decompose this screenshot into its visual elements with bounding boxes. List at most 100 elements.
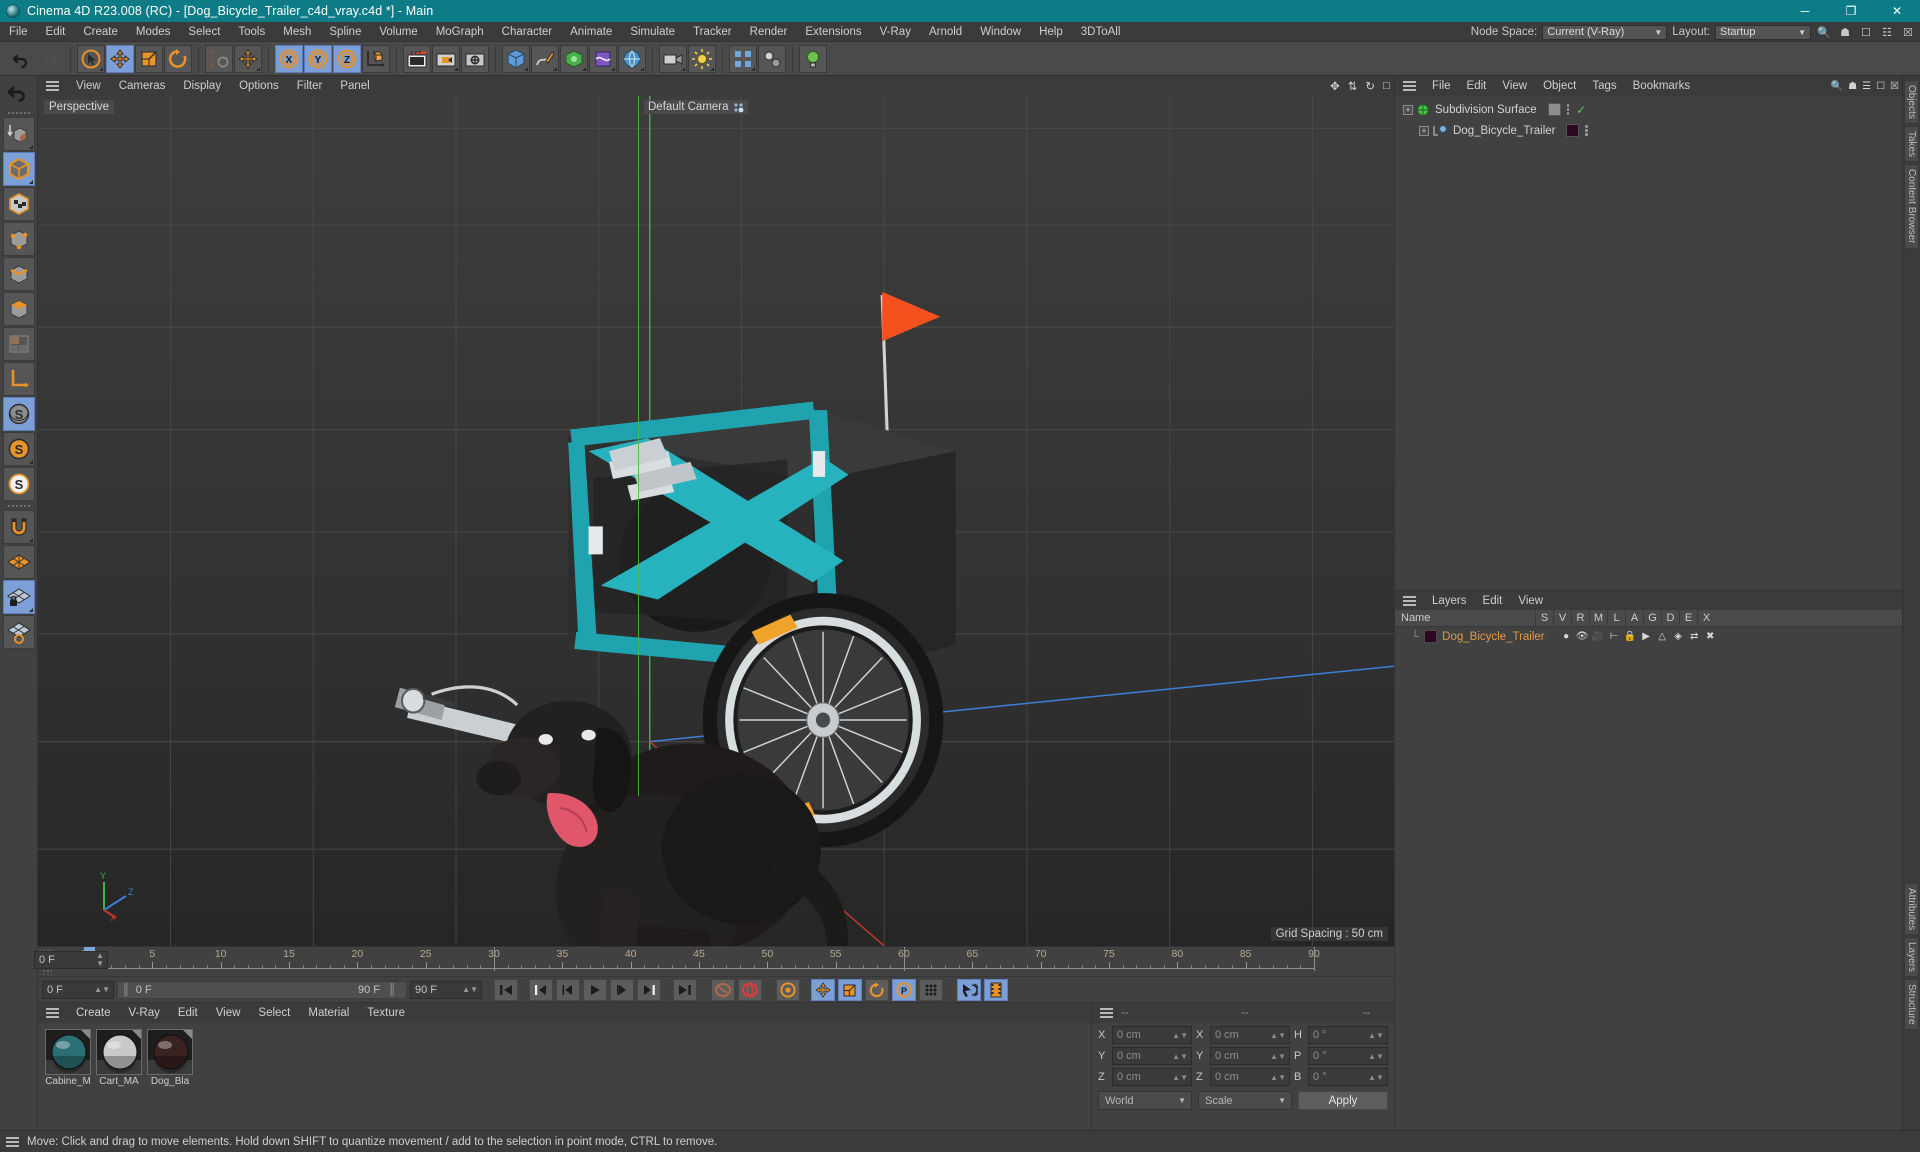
- viewport-menu-filter[interactable]: Filter: [288, 76, 332, 96]
- menu-item-tracker[interactable]: Tracker: [684, 22, 741, 42]
- rotation-key-button[interactable]: [865, 978, 889, 1001]
- menu-item-animate[interactable]: Animate: [561, 22, 621, 42]
- material-cell[interactable]: Cabine_M: [45, 1029, 91, 1087]
- menu-item-volume[interactable]: Volume: [370, 22, 426, 42]
- enable-snap-button[interactable]: S: [2, 432, 35, 466]
- material-cell[interactable]: Dog_Bla: [147, 1029, 193, 1087]
- material-menu-edit[interactable]: Edit: [169, 1003, 207, 1023]
- zoom-icon[interactable]: ⇅: [1348, 79, 1358, 93]
- axis-z-button[interactable]: Z: [333, 44, 361, 73]
- spinner-icon[interactable]: ▲▼: [94, 985, 110, 994]
- coord-position-field[interactable]: 0 cm ▲▼: [1112, 1068, 1192, 1086]
- layer-col-v[interactable]: V: [1553, 609, 1571, 627]
- menu-item-file[interactable]: File: [0, 22, 37, 42]
- make-editable-button[interactable]: [2, 117, 35, 151]
- magnet-button[interactable]: [2, 510, 35, 544]
- spinner-icon[interactable]: ▲▼: [1368, 1073, 1384, 1082]
- coord-size-field[interactable]: 0 cm ▲▼: [1210, 1068, 1290, 1086]
- vtab-objects[interactable]: Objects: [1904, 80, 1919, 124]
- object-tree[interactable]: + Subdivision Surface ✓ + Dog_Bicycle_Traile…: [1395, 96, 1902, 590]
- rotate-workplane-button[interactable]: [2, 615, 35, 649]
- panel-close-icon[interactable]: ☒: [1900, 24, 1916, 40]
- spinner-icon[interactable]: ▲▼: [1172, 1031, 1188, 1040]
- uv-mode-button[interactable]: [2, 327, 35, 361]
- node-space-dropdown[interactable]: Current (V-Ray) ▼: [1542, 24, 1668, 40]
- lock-toggle-icon[interactable]: 🔒: [1624, 630, 1637, 643]
- go-to-end-button[interactable]: [673, 978, 697, 1001]
- enable-axis-button[interactable]: S: [2, 397, 35, 431]
- render-settings-button[interactable]: [461, 44, 489, 73]
- psr-button[interactable]: PSR: [205, 44, 233, 73]
- menu-item-arnold[interactable]: Arnold: [920, 22, 971, 42]
- menu-item-render[interactable]: Render: [741, 22, 797, 42]
- polygons-mode-button[interactable]: [2, 292, 35, 326]
- axis-mode-button[interactable]: [2, 362, 35, 396]
- search-icon[interactable]: 🔍: [1816, 24, 1832, 40]
- menu-item-spline[interactable]: Spline: [320, 22, 370, 42]
- axis-x-button[interactable]: X: [275, 44, 303, 73]
- expression-toggle-icon[interactable]: ⇄: [1688, 630, 1701, 643]
- expand-toggle-icon[interactable]: +: [1403, 104, 1413, 115]
- redo-button[interactable]: [36, 45, 64, 73]
- vtab-takes[interactable]: Takes: [1904, 125, 1919, 163]
- apply-button[interactable]: Apply: [1298, 1091, 1388, 1110]
- move-tool-button[interactable]: [106, 44, 134, 73]
- panel-close-icon[interactable]: ☒: [1890, 81, 1899, 92]
- spinner-icon[interactable]: ▲▼: [1270, 1031, 1286, 1040]
- menu-item-extensions[interactable]: Extensions: [796, 22, 870, 42]
- expand-toggle-icon[interactable]: +: [1419, 125, 1429, 136]
- pan-icon[interactable]: ✥: [1330, 79, 1340, 93]
- axis-y-button[interactable]: Y: [304, 44, 332, 73]
- coord-size-field[interactable]: 0 cm ▲▼: [1210, 1026, 1290, 1044]
- layer-col-e[interactable]: E: [1679, 609, 1697, 627]
- panel-split-icon[interactable]: ☷: [1879, 24, 1895, 40]
- coord-position-field[interactable]: 0 cm ▲▼: [1112, 1026, 1192, 1044]
- menu-item-select[interactable]: Select: [179, 22, 229, 42]
- animation-mode-button[interactable]: [957, 978, 981, 1001]
- timeline-current-frame-field[interactable]: 0 F ▲ ▼: [34, 951, 108, 969]
- material-thumbnail[interactable]: [147, 1029, 193, 1075]
- vtab-structure[interactable]: Structure: [1904, 979, 1919, 1030]
- play-button[interactable]: [583, 978, 607, 1001]
- object-menu-tags[interactable]: Tags: [1584, 76, 1624, 96]
- layer-col-l[interactable]: L: [1607, 609, 1625, 627]
- menu-item-tools[interactable]: Tools: [229, 22, 274, 42]
- next-frame-button[interactable]: [610, 978, 634, 1001]
- close-button[interactable]: ✕: [1874, 0, 1920, 22]
- locked-workplane-button[interactable]: [2, 580, 35, 614]
- coordinate-menu-icon[interactable]: [1100, 1008, 1113, 1018]
- maximize-viewport-icon[interactable]: □: [1383, 80, 1390, 92]
- object-menu-edit[interactable]: Edit: [1459, 76, 1495, 96]
- material-menu-select[interactable]: Select: [249, 1003, 299, 1023]
- position-key-button[interactable]: [811, 978, 835, 1001]
- menu-item-3dtoall[interactable]: 3DToAll: [1072, 22, 1130, 42]
- world-coordinate-button[interactable]: [362, 44, 390, 73]
- layer-col-d[interactable]: D: [1661, 609, 1679, 627]
- viewport-menu-display[interactable]: Display: [174, 76, 230, 96]
- status-menu-icon[interactable]: [6, 1136, 19, 1147]
- viewport-menu-options[interactable]: Options: [230, 76, 288, 96]
- material-thumbnail[interactable]: [96, 1029, 142, 1075]
- points-mode-button[interactable]: [2, 222, 35, 256]
- coord-size-field[interactable]: 0 cm ▲▼: [1210, 1047, 1290, 1065]
- search-icon[interactable]: 🔍: [1831, 81, 1843, 92]
- vtab-layers[interactable]: Layers: [1904, 937, 1919, 978]
- layer-col-s[interactable]: S: [1535, 609, 1553, 627]
- current-frame-field[interactable]: 0 F ▲▼: [42, 980, 114, 999]
- object-menu-view[interactable]: View: [1494, 76, 1535, 96]
- layer-menu-view[interactable]: View: [1510, 591, 1551, 611]
- layer-menu-icon[interactable]: [1403, 595, 1416, 606]
- timeline-mode-button[interactable]: [984, 978, 1008, 1001]
- manager-toggle-icon[interactable]: ⊢: [1608, 630, 1621, 643]
- panel-new-icon[interactable]: ☐: [1876, 81, 1885, 92]
- menu-item-mesh[interactable]: Mesh: [274, 22, 320, 42]
- previous-frame-button[interactable]: [556, 978, 580, 1001]
- minimize-button[interactable]: ─: [1782, 0, 1828, 22]
- object-tag-icon[interactable]: [1547, 103, 1561, 116]
- coord-rotation-field[interactable]: 0 ° ▲▼: [1308, 1068, 1388, 1086]
- model-mode-button[interactable]: [2, 152, 35, 186]
- coord-rotation-field[interactable]: 0 ° ▲▼: [1308, 1026, 1388, 1044]
- animation-toggle-icon[interactable]: ▶: [1640, 630, 1653, 643]
- filter-icon[interactable]: ☰: [1862, 81, 1871, 92]
- layer-col-x[interactable]: X: [1697, 609, 1715, 627]
